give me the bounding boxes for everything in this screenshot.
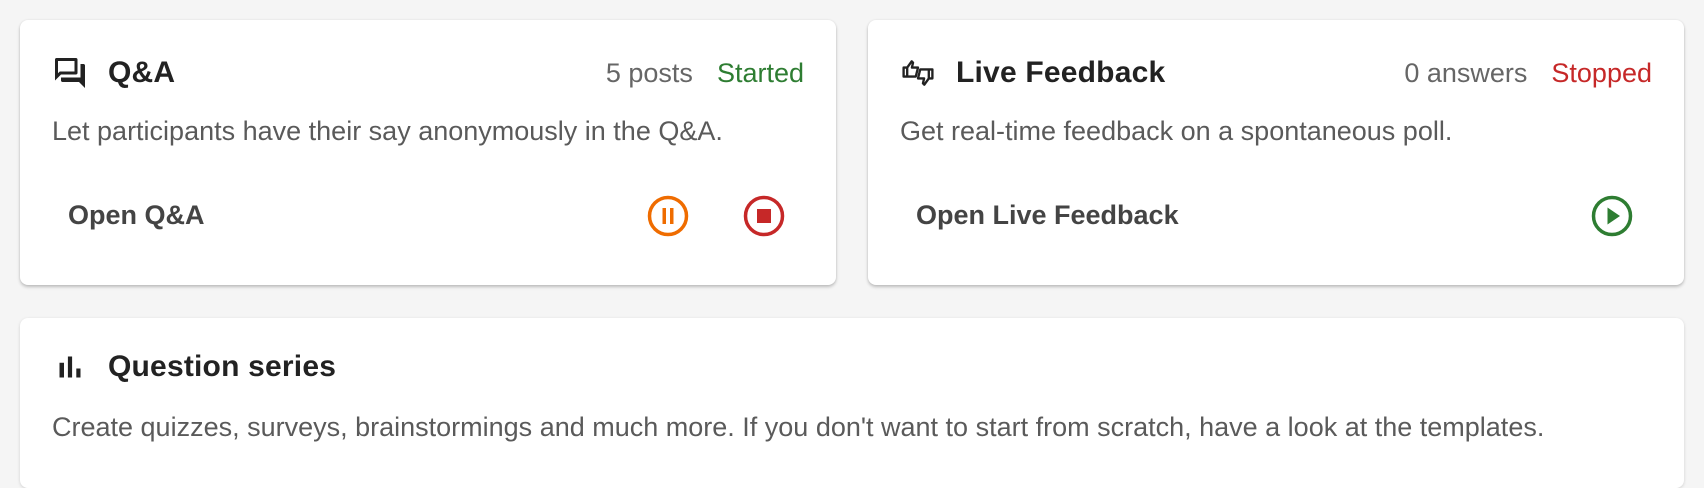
forum-icon (52, 55, 88, 91)
feedback-title: Live Feedback (956, 56, 1166, 89)
play-circle-icon (1589, 195, 1635, 242)
feedback-description: Get real-time feedback on a spontaneous … (900, 116, 1453, 146)
series-description: Create quizzes, surveys, brainstormings … (52, 412, 1545, 442)
stop-qa-button[interactable] (741, 193, 787, 239)
pause-qa-button[interactable] (645, 193, 691, 239)
open-live-feedback-button[interactable]: Open Live Feedback (900, 192, 1195, 239)
thumbs-up-down-icon (900, 55, 936, 91)
qa-post-count: 5 posts (605, 57, 693, 88)
feedback-answer-count: 0 answers (1404, 57, 1528, 88)
bar-chart-icon (52, 349, 88, 385)
stop-circle-icon (741, 195, 787, 242)
open-qa-button[interactable]: Open Q&A (52, 192, 221, 239)
qa-card: Q&A 5 posts Started Let participants hav… (20, 20, 836, 285)
question-series-card: Question series Create quizzes, surveys,… (20, 318, 1684, 488)
qa-description: Let participants have their say anonymou… (52, 116, 723, 146)
series-header: Question series (52, 344, 1652, 390)
live-feedback-card: Live Feedback 0 answers Stopped Get real… (868, 20, 1684, 285)
qa-header: Q&A 5 posts Started (52, 50, 804, 96)
pause-circle-icon (645, 195, 691, 242)
qa-title: Q&A (108, 56, 176, 89)
series-title: Question series (108, 350, 337, 383)
feedback-header: Live Feedback 0 answers Stopped (900, 50, 1652, 96)
qa-status: Started (716, 57, 804, 88)
feedback-status: Stopped (1551, 57, 1652, 88)
start-feedback-button[interactable] (1589, 193, 1635, 239)
